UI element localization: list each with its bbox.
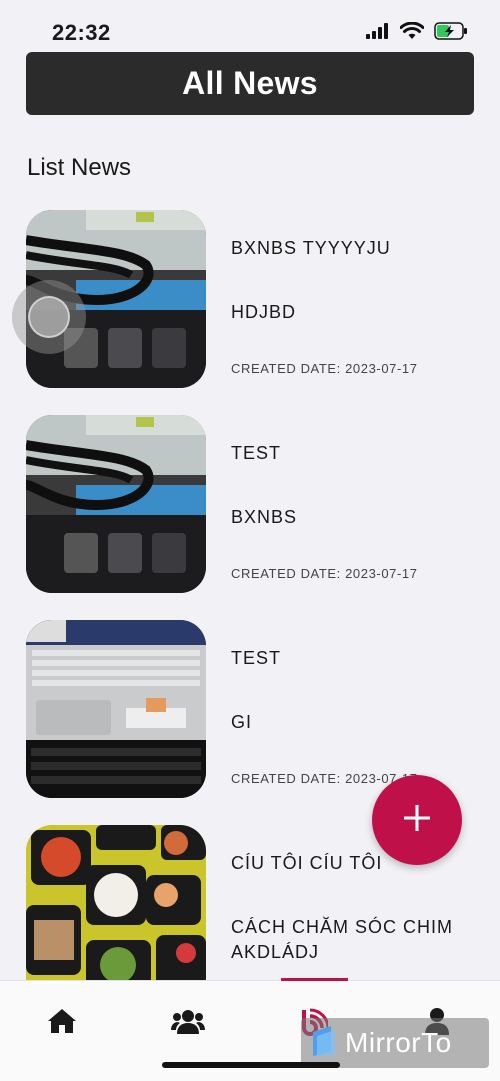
news-card[interactable]: TEST BXNBS CREATED DATE: 2023-07-17 <box>26 415 474 595</box>
cellular-signal-icon <box>366 23 390 44</box>
status-bar: 22:32 <box>0 0 500 60</box>
status-icons <box>366 21 468 45</box>
news-card[interactable]: BXNBS TYYYYJU HDJBD CREATED DATE: 2023-0… <box>26 210 474 390</box>
news-title: CÍU TÔI CÍU TÔI <box>231 853 383 873</box>
assistive-touch-inner <box>28 296 70 338</box>
wifi-icon <box>399 21 425 45</box>
active-tab-indicator <box>281 978 348 981</box>
battery-charging-icon <box>434 22 468 45</box>
news-description: GI <box>231 712 253 732</box>
home-indicator[interactable] <box>162 1062 340 1068</box>
news-created-date: CREATED DATE: 2023-07-17 <box>231 361 418 376</box>
news-description: BXNBS <box>231 507 298 527</box>
assistive-touch-button[interactable] <box>12 280 86 354</box>
mirrorto-logo-icon <box>311 1025 337 1061</box>
add-news-button[interactable] <box>372 775 462 865</box>
status-time: 22:32 <box>52 20 111 45</box>
news-description: CÁCH CHĂM SÓC CHIM AKDLÁDJ <box>231 917 454 962</box>
section-title: List News <box>27 154 132 181</box>
watermark-text: MirrorTo <box>345 1027 452 1058</box>
users-icon <box>171 1008 205 1039</box>
news-thumbnail <box>26 415 206 593</box>
tab-home[interactable] <box>37 1003 87 1043</box>
plus-icon <box>402 803 432 838</box>
news-created-date: CREATED DATE: 2023-07-17 <box>231 566 418 581</box>
mirrorto-watermark: MirrorTo <box>301 1018 489 1068</box>
news-card[interactable]: TEST GI CREATED DATE: 2023-07-17 <box>26 620 474 800</box>
home-icon <box>47 1007 77 1040</box>
header-bar: All News <box>26 52 474 115</box>
news-thumbnail <box>26 620 206 798</box>
news-title: TEST <box>231 443 282 463</box>
news-title: TEST <box>231 648 282 668</box>
news-description: HDJBD <box>231 302 297 322</box>
news-thumbnail <box>26 825 206 980</box>
page-title: All News <box>182 65 318 101</box>
news-title: BXNBS TYYYYJU <box>231 238 391 258</box>
news-list[interactable]: BXNBS TYYYYJU HDJBD CREATED DATE: 2023-0… <box>26 210 474 980</box>
tab-users[interactable] <box>163 1003 213 1043</box>
